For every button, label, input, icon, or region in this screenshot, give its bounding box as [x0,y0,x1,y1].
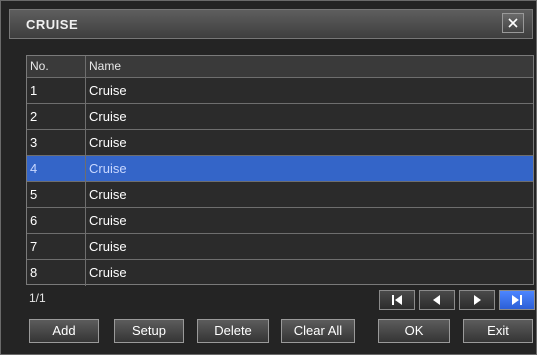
row-name: Cruise [89,83,127,98]
table-row[interactable]: 7 Cruise [27,234,533,260]
table-header: No. Name [27,56,533,78]
row-number: 7 [27,234,86,259]
table-row[interactable]: 3 Cruise [27,130,533,156]
row-number: 6 [27,208,86,233]
table-row[interactable]: 2 Cruise [27,104,533,130]
row-number: 1 [27,78,86,103]
first-page-icon [392,295,402,305]
cruise-dialog: CRUISE No. Name 1 Cruise 2 Cruise 3 Crui… [0,0,537,355]
previous-page-button[interactable] [419,290,455,310]
row-number: 4 [27,156,86,181]
table-row[interactable]: 1 Cruise [27,78,533,104]
row-name: Cruise [89,135,127,150]
close-button[interactable] [502,13,524,33]
row-name: Cruise [89,239,127,254]
next-page-button[interactable] [459,290,495,310]
row-number: 8 [27,260,86,286]
row-name: Cruise [89,187,127,202]
exit-button[interactable]: Exit [463,319,533,343]
table-row[interactable]: 8 Cruise [27,260,533,286]
table-row[interactable]: 6 Cruise [27,208,533,234]
row-name: Cruise [89,213,127,228]
column-header-name: Name [89,59,122,73]
row-number: 5 [27,182,86,207]
add-button[interactable]: Add [29,319,99,343]
row-number: 2 [27,104,86,129]
clear-all-button[interactable]: Clear All [281,319,355,343]
cruise-table: No. Name 1 Cruise 2 Cruise 3 Cruise 4 Cr… [26,55,534,286]
row-name: Cruise [89,265,127,280]
last-page-button[interactable] [499,290,535,310]
first-page-button[interactable] [379,290,415,310]
ok-button[interactable]: OK [378,319,450,343]
setup-button[interactable]: Setup [114,319,184,343]
row-name: Cruise [89,161,127,176]
table-row-selected[interactable]: 4 Cruise [27,156,533,182]
page-indicator: 1/1 [29,291,46,305]
table-row[interactable]: 5 Cruise [27,182,533,208]
delete-button[interactable]: Delete [197,319,269,343]
title-bar: CRUISE [9,9,533,39]
row-name: Cruise [89,109,127,124]
dialog-title: CRUISE [26,17,79,32]
row-number: 3 [27,130,86,155]
next-page-icon [474,295,481,305]
close-icon [508,18,518,28]
previous-page-icon [433,295,440,305]
column-header-no: No. [27,56,86,77]
last-page-icon [512,295,522,305]
